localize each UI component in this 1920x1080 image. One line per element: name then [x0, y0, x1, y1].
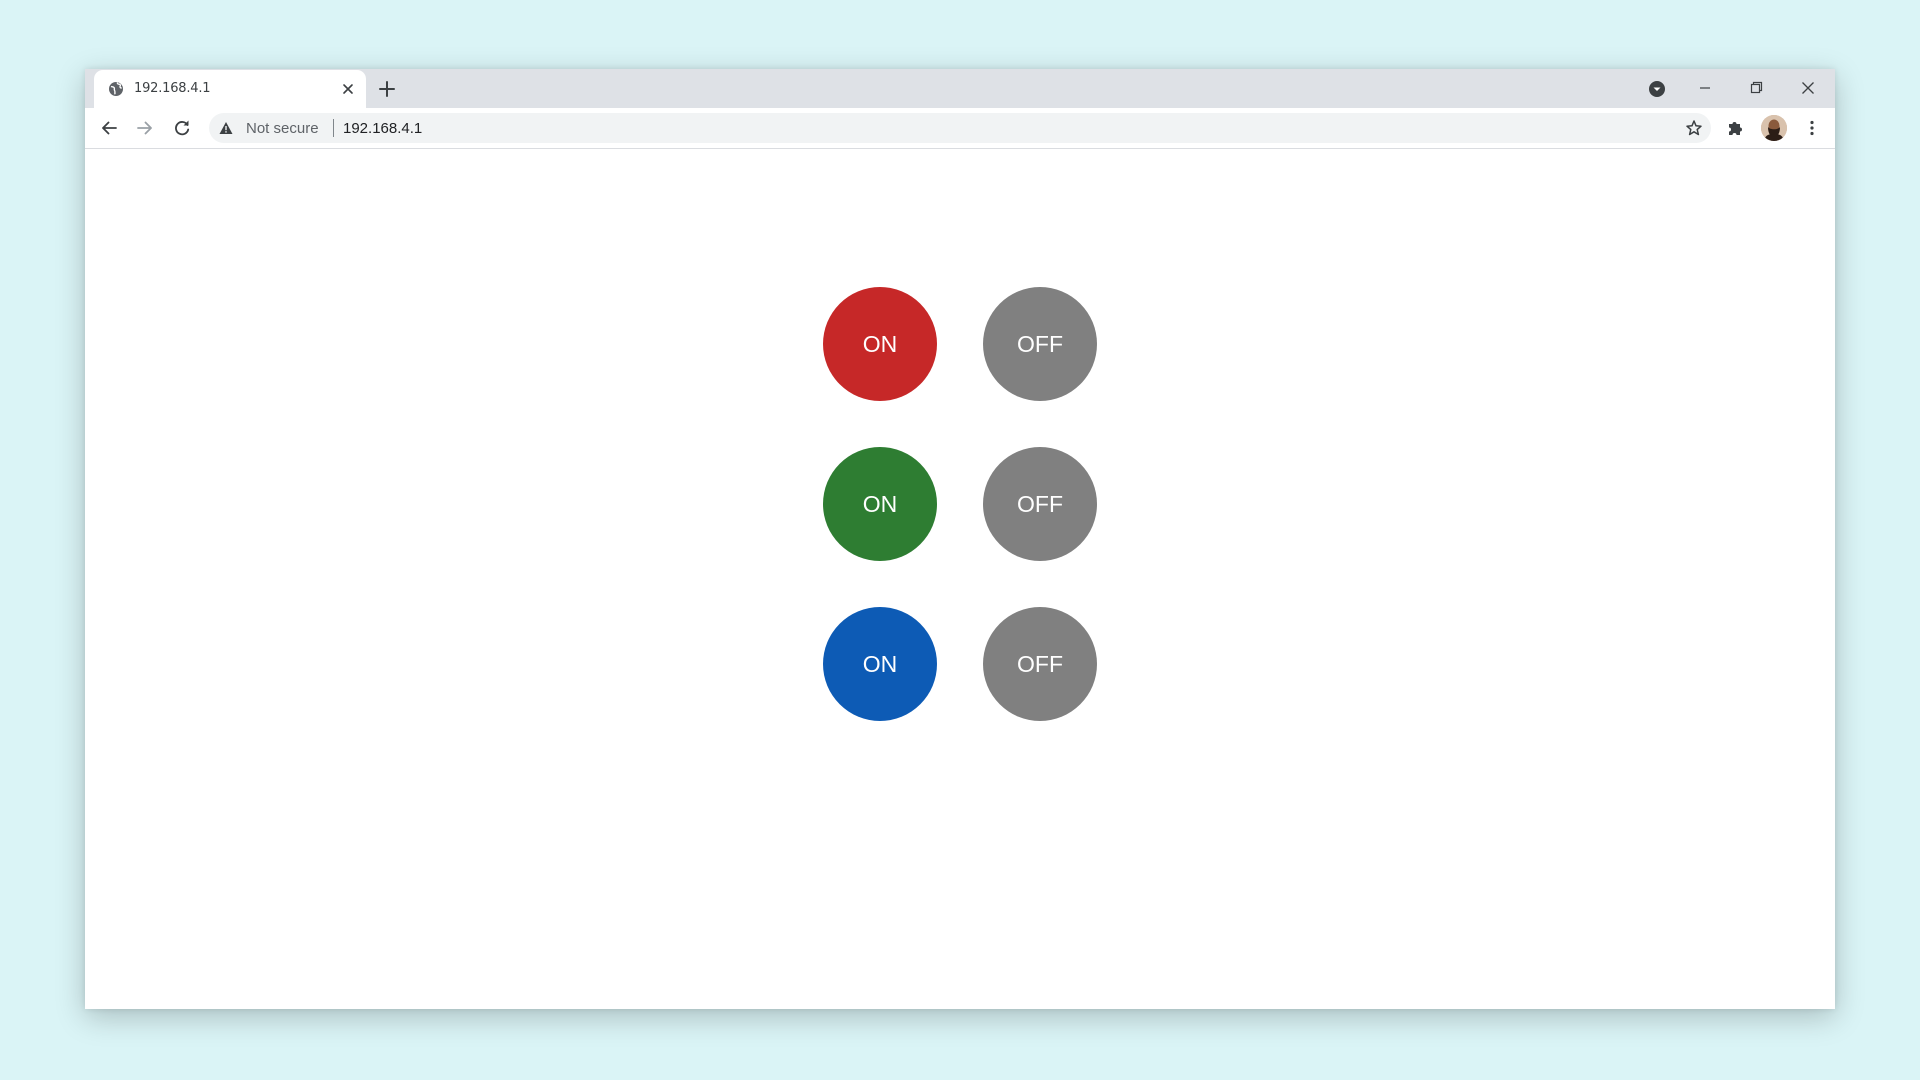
window-close-icon[interactable] [1788, 75, 1828, 101]
minimize-icon[interactable] [1685, 75, 1725, 101]
profile-avatar[interactable] [1761, 115, 1787, 141]
reload-icon[interactable] [171, 117, 193, 139]
back-arrow-icon[interactable] [98, 117, 120, 139]
address-separator [333, 119, 334, 137]
close-tab-icon[interactable] [339, 80, 357, 98]
red-on-button[interactable]: ON [823, 287, 937, 401]
blue-off-button[interactable]: OFF [983, 607, 1097, 721]
green-on-button[interactable]: ON [823, 447, 937, 561]
browser-toolbar: Not secure 192.168.4.1 [85, 108, 1835, 149]
red-off-button[interactable]: OFF [983, 287, 1097, 401]
led-row-blue: ON OFF [823, 607, 1097, 721]
kebab-menu-icon[interactable] [1802, 118, 1822, 138]
address-bar[interactable]: Not secure 192.168.4.1 [209, 113, 1711, 143]
extensions-puzzle-icon[interactable] [1725, 118, 1745, 138]
bookmark-star-icon[interactable] [1685, 119, 1703, 137]
url-text[interactable]: 192.168.4.1 [343, 120, 422, 137]
new-tab-icon[interactable] [376, 78, 398, 100]
globe-icon [108, 81, 124, 97]
blue-on-button[interactable]: ON [823, 607, 937, 721]
led-control-grid: ON OFF ON OFF ON OFF [823, 287, 1097, 767]
tab-title: 192.168.4.1 [134, 81, 211, 96]
tab-search-icon[interactable] [1647, 79, 1667, 99]
page-content: ON OFF ON OFF ON OFF [85, 150, 1835, 1009]
forward-arrow-icon[interactable] [134, 117, 156, 139]
warning-triangle-icon[interactable] [219, 121, 233, 135]
tab-strip: 192.168.4.1 [85, 69, 1835, 108]
led-row-green: ON OFF [823, 447, 1097, 561]
browser-window: 192.168.4.1 Not secure 192.168.4.1 ON OF… [85, 69, 1835, 1009]
active-tab[interactable]: 192.168.4.1 [94, 70, 366, 108]
green-off-button[interactable]: OFF [983, 447, 1097, 561]
led-row-red: ON OFF [823, 287, 1097, 401]
security-label[interactable]: Not secure [246, 120, 319, 137]
restore-icon[interactable] [1736, 75, 1776, 101]
